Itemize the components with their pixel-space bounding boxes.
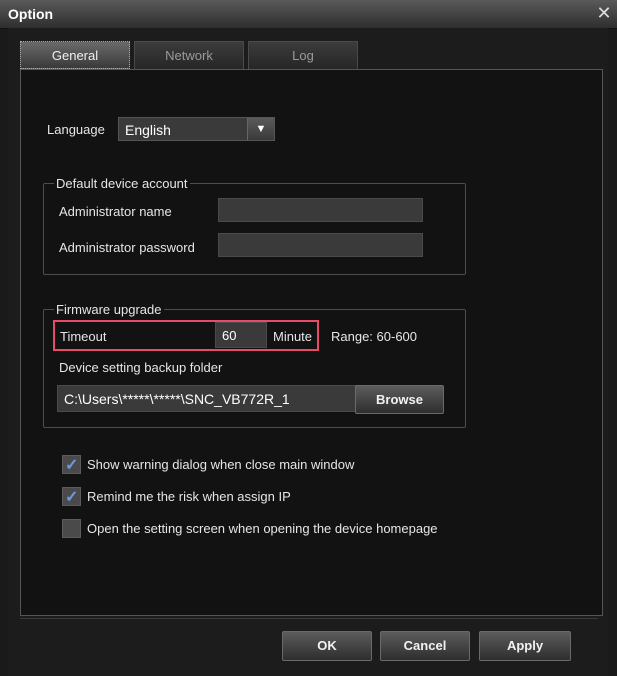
admin-password-field[interactable] <box>218 233 423 257</box>
remind-risk-label: Remind me the risk when assign IP <box>87 489 291 504</box>
timeout-range: Range: 60-600 <box>331 329 418 344</box>
show-warning-label: Show warning dialog when close main wind… <box>87 457 355 472</box>
browse-button[interactable]: Browse <box>355 385 444 414</box>
ok-button[interactable]: OK <box>282 631 372 661</box>
open-setting-checkbox[interactable] <box>62 519 81 538</box>
show-warning-checkbox[interactable]: ✓ <box>62 455 81 474</box>
language-select[interactable]: English ▼ <box>118 117 275 141</box>
title-bar: Option ✕ <box>0 0 617 29</box>
language-value: English <box>125 122 171 138</box>
backup-folder-field[interactable] <box>57 385 368 412</box>
open-setting-label: Open the setting screen when opening the… <box>87 521 438 536</box>
admin-name-label: Administrator name <box>59 204 172 219</box>
footer-divider <box>20 618 598 619</box>
apply-button[interactable]: Apply <box>479 631 571 661</box>
tab-network[interactable]: Network <box>134 41 244 69</box>
default-account-legend: Default device account <box>56 176 188 191</box>
chevron-down-icon[interactable]: ▼ <box>247 118 274 140</box>
language-label: Language <box>47 122 105 137</box>
cancel-button[interactable]: Cancel <box>380 631 470 661</box>
admin-password-label: Administrator password <box>59 240 195 255</box>
window-title: Option <box>8 6 54 22</box>
timeout-label: Timeout <box>60 329 107 344</box>
firmware-upgrade-legend: Firmware upgrade <box>56 302 162 317</box>
default-account-group: Default device account <box>43 176 466 275</box>
tab-general[interactable]: General <box>20 41 130 69</box>
checkmark-icon: ✓ <box>65 489 79 506</box>
timeout-unit: Minute <box>273 329 313 344</box>
close-icon[interactable]: ✕ <box>595 3 613 23</box>
timeout-field[interactable] <box>215 322 267 348</box>
tab-log[interactable]: Log <box>248 41 358 69</box>
checkmark-icon: ✓ <box>65 457 79 474</box>
backup-folder-label: Device setting backup folder <box>59 360 223 375</box>
remind-risk-checkbox[interactable]: ✓ <box>62 487 81 506</box>
admin-name-field[interactable] <box>218 198 423 222</box>
